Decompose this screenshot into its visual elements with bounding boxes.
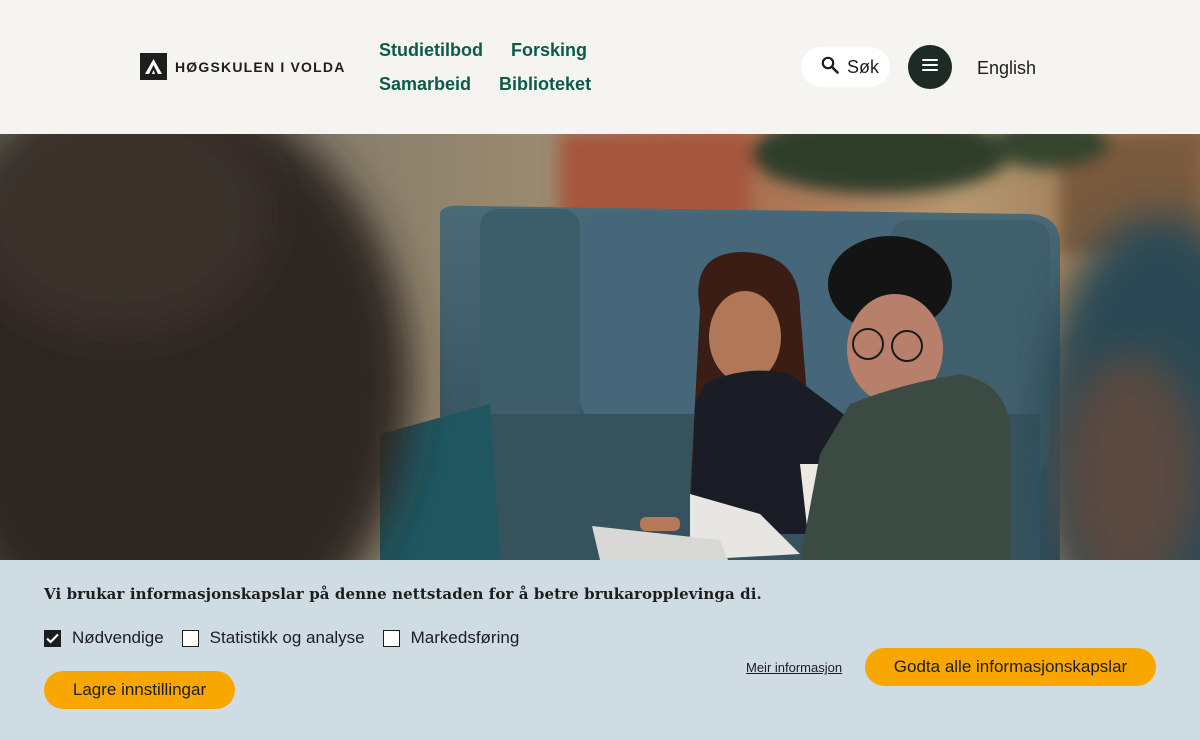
checkbox-checked[interactable] xyxy=(44,629,61,647)
search-input[interactable] xyxy=(847,56,883,78)
cookie-option-markedsforing[interactable]: Markedsføring xyxy=(382,628,520,648)
main-nav: Studietilbod Forsking Samarbeid Bibliote… xyxy=(379,38,699,96)
cookie-option-statistikk[interactable]: Statistikk og analyse xyxy=(181,628,365,648)
nav-item-forsking[interactable]: Forsking xyxy=(511,38,587,62)
checkbox-unchecked[interactable] xyxy=(382,629,400,647)
search-icon[interactable] xyxy=(821,56,839,79)
cookie-message: Vi brukar informasjonskapslar på denne n… xyxy=(44,585,762,603)
cookie-option-label: Markedsføring xyxy=(410,628,520,647)
search-box[interactable] xyxy=(801,47,890,87)
hamburger-menu-icon xyxy=(922,58,938,76)
save-settings-button[interactable]: Lagre innstillingar xyxy=(44,671,235,709)
cookie-banner: Vi brukar informasjonskapslar på denne n… xyxy=(0,560,1200,740)
cookie-options: Nødvendige Statistikk og analyse Markeds… xyxy=(44,628,519,648)
more-info-link[interactable]: Meir informasjon xyxy=(746,660,842,675)
cookie-option-label: Nødvendige xyxy=(72,628,164,647)
logo-mark-icon xyxy=(140,53,167,80)
nav-item-samarbeid[interactable]: Samarbeid xyxy=(379,72,471,96)
accept-all-cookies-button[interactable]: Godta alle informasjonskapslar xyxy=(865,648,1156,686)
menu-button[interactable] xyxy=(908,45,952,89)
checkbox-unchecked[interactable] xyxy=(181,629,199,647)
cookie-option-nodvendige[interactable]: Nødvendige xyxy=(44,628,164,648)
cookie-option-label: Statistikk og analyse xyxy=(209,628,365,647)
nav-item-studietilbod[interactable]: Studietilbod xyxy=(379,38,483,62)
logo-text: HØGSKULEN I VOLDA xyxy=(175,58,346,75)
hero-image xyxy=(0,134,1200,560)
site-header: HØGSKULEN I VOLDA Studietilbod Forsking … xyxy=(0,0,1200,134)
site-logo[interactable]: HØGSKULEN I VOLDA xyxy=(140,53,346,80)
nav-item-biblioteket[interactable]: Biblioteket xyxy=(499,72,591,96)
checkmark-icon xyxy=(46,633,59,644)
language-link-english[interactable]: English xyxy=(977,56,1036,80)
